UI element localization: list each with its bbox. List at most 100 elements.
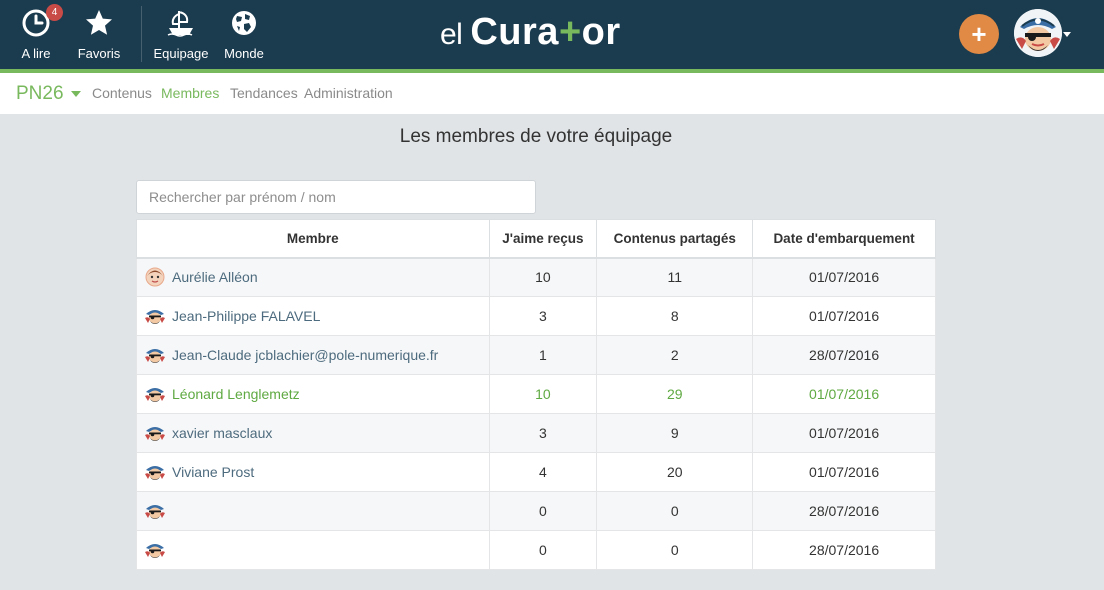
likes-cell: 3 [488, 296, 598, 336]
team-selector[interactable]: PN26 [16, 83, 81, 105]
table-header-row: Membre J'aime reçus Contenus partagés Da… [136, 219, 936, 259]
nav-favoris[interactable]: Favoris [76, 0, 122, 69]
column-header-likes[interactable]: J'aime reçus [488, 219, 598, 259]
ship-icon [166, 8, 196, 38]
member-cell: Jean-Philippe FALAVEL [136, 296, 490, 336]
date-cell: 28/07/2016 [752, 335, 936, 375]
globe-icon [229, 8, 259, 38]
date-cell: 01/07/2016 [752, 413, 936, 453]
logo-wordmark: Cura+or [470, 11, 621, 53]
nav-label: Equipage [153, 46, 209, 61]
add-content-button[interactable]: + [959, 14, 999, 54]
star-icon [84, 8, 114, 38]
member-name: Jean-Claude jcblachier@pole-numerique.fr [172, 347, 439, 363]
shared-cell: 20 [596, 452, 754, 492]
table-row: xavier masclaux 3 9 01/07/2016 [136, 413, 936, 453]
pirate-avatar-icon [145, 501, 172, 521]
member-link[interactable]: Viviane Prost [145, 462, 489, 482]
date-cell: 01/07/2016 [752, 452, 936, 492]
nav-label: Favoris [77, 46, 121, 61]
member-name: xavier masclaux [172, 425, 273, 441]
member-link[interactable] [145, 540, 489, 560]
shared-cell: 0 [596, 530, 754, 570]
table-row: Viviane Prost 4 20 01/07/2016 [136, 452, 936, 492]
tab-membres[interactable]: Membres [161, 85, 219, 101]
member-cell: xavier masclaux [136, 413, 490, 453]
shared-cell: 8 [596, 296, 754, 336]
shared-cell: 29 [596, 374, 754, 414]
table-row: Jean-Claude jcblachier@pole-numerique.fr… [136, 335, 936, 375]
table-row: Léonard Lenglemetz 10 29 01/07/2016 [136, 374, 936, 414]
nav-divider [141, 6, 142, 62]
table-row: Aurélie Alléon 10 11 01/07/2016 [136, 257, 936, 297]
likes-cell: 1 [488, 335, 598, 375]
pirate-avatar-icon [145, 423, 172, 443]
member-link[interactable]: Aurélie Alléon [145, 267, 489, 287]
pirate-avatar-icon [145, 384, 172, 404]
likes-cell: 4 [488, 452, 598, 492]
member-cell: Jean-Claude jcblachier@pole-numerique.fr [136, 335, 490, 375]
pirate-avatar-icon [145, 306, 172, 326]
member-cell: Viviane Prost [136, 452, 490, 492]
unread-count-badge: 4 [46, 4, 63, 21]
members-table: Membre J'aime reçus Contenus partagés Da… [136, 219, 936, 570]
date-cell: 01/07/2016 [752, 374, 936, 414]
member-cell: Léonard Lenglemetz [136, 374, 490, 414]
member-name: Viviane Prost [172, 464, 255, 480]
shared-cell: 2 [596, 335, 754, 375]
member-cell [136, 491, 490, 531]
nav-a-lire[interactable]: 4 A lire [15, 0, 63, 69]
tab-tendances[interactable]: Tendances [230, 85, 298, 101]
column-header-date[interactable]: Date d'embarquement [752, 219, 936, 259]
page-title: Les membres de votre équipage [399, 126, 673, 147]
table-row: 0 0 28/07/2016 [136, 530, 936, 570]
date-cell: 28/07/2016 [752, 491, 936, 531]
date-cell: 01/07/2016 [752, 296, 936, 336]
user-avatar[interactable] [1014, 9, 1062, 57]
team-name: PN26 [16, 83, 64, 104]
member-name: Aurélie Alléon [172, 269, 258, 286]
logo-prefix: el [440, 18, 463, 51]
girl-avatar-icon [145, 267, 172, 287]
shared-cell: 9 [596, 413, 754, 453]
member-name: Léonard Lenglemetz [172, 386, 300, 402]
likes-cell: 3 [488, 413, 598, 453]
member-link[interactable]: Jean-Philippe FALAVEL [145, 306, 489, 326]
team-subnav: PN26 Contenus Membres Tendances Administ… [0, 73, 1104, 114]
member-cell [136, 530, 490, 570]
table-row: Jean-Philippe FALAVEL 3 8 01/07/2016 [136, 296, 936, 336]
chevron-down-icon [70, 91, 81, 97]
likes-cell: 10 [488, 257, 598, 297]
member-name: Jean-Philippe FALAVEL [172, 308, 321, 324]
tab-administration[interactable]: Administration [304, 85, 393, 101]
table-row: 0 0 28/07/2016 [136, 491, 936, 531]
date-cell: 01/07/2016 [752, 257, 936, 297]
shared-cell: 11 [596, 257, 754, 297]
nav-label: A lire [21, 46, 51, 61]
likes-cell: 0 [488, 530, 598, 570]
member-link[interactable]: Léonard Lenglemetz [145, 384, 489, 404]
column-header-membre[interactable]: Membre [136, 219, 490, 259]
pirate-avatar-icon [145, 345, 172, 365]
member-cell: Aurélie Alléon [136, 257, 490, 297]
top-navigation-bar: 4 A lire Favoris Equipage Monde el Cura+… [0, 0, 1104, 69]
member-link[interactable]: Jean-Claude jcblachier@pole-numerique.fr [145, 345, 489, 365]
clock-icon: 4 [21, 4, 63, 38]
member-link[interactable]: xavier masclaux [145, 423, 489, 443]
pirate-avatar-icon [145, 462, 172, 482]
chevron-down-icon[interactable] [1063, 32, 1071, 37]
column-header-shared[interactable]: Contenus partagés [596, 219, 754, 259]
nav-label: Monde [224, 46, 264, 61]
tab-contenus[interactable]: Contenus [92, 85, 152, 101]
likes-cell: 0 [488, 491, 598, 531]
elcurator-logo[interactable]: el Cura+or [440, 11, 621, 59]
member-link[interactable] [145, 501, 489, 521]
shared-cell: 0 [596, 491, 754, 531]
likes-cell: 10 [488, 374, 598, 414]
nav-monde[interactable]: Monde [222, 0, 266, 69]
pirate-avatar-icon [1014, 9, 1062, 57]
search-input[interactable] [136, 180, 536, 214]
nav-equipage[interactable]: Equipage [153, 0, 209, 69]
date-cell: 28/07/2016 [752, 530, 936, 570]
pirate-avatar-icon [145, 540, 172, 560]
